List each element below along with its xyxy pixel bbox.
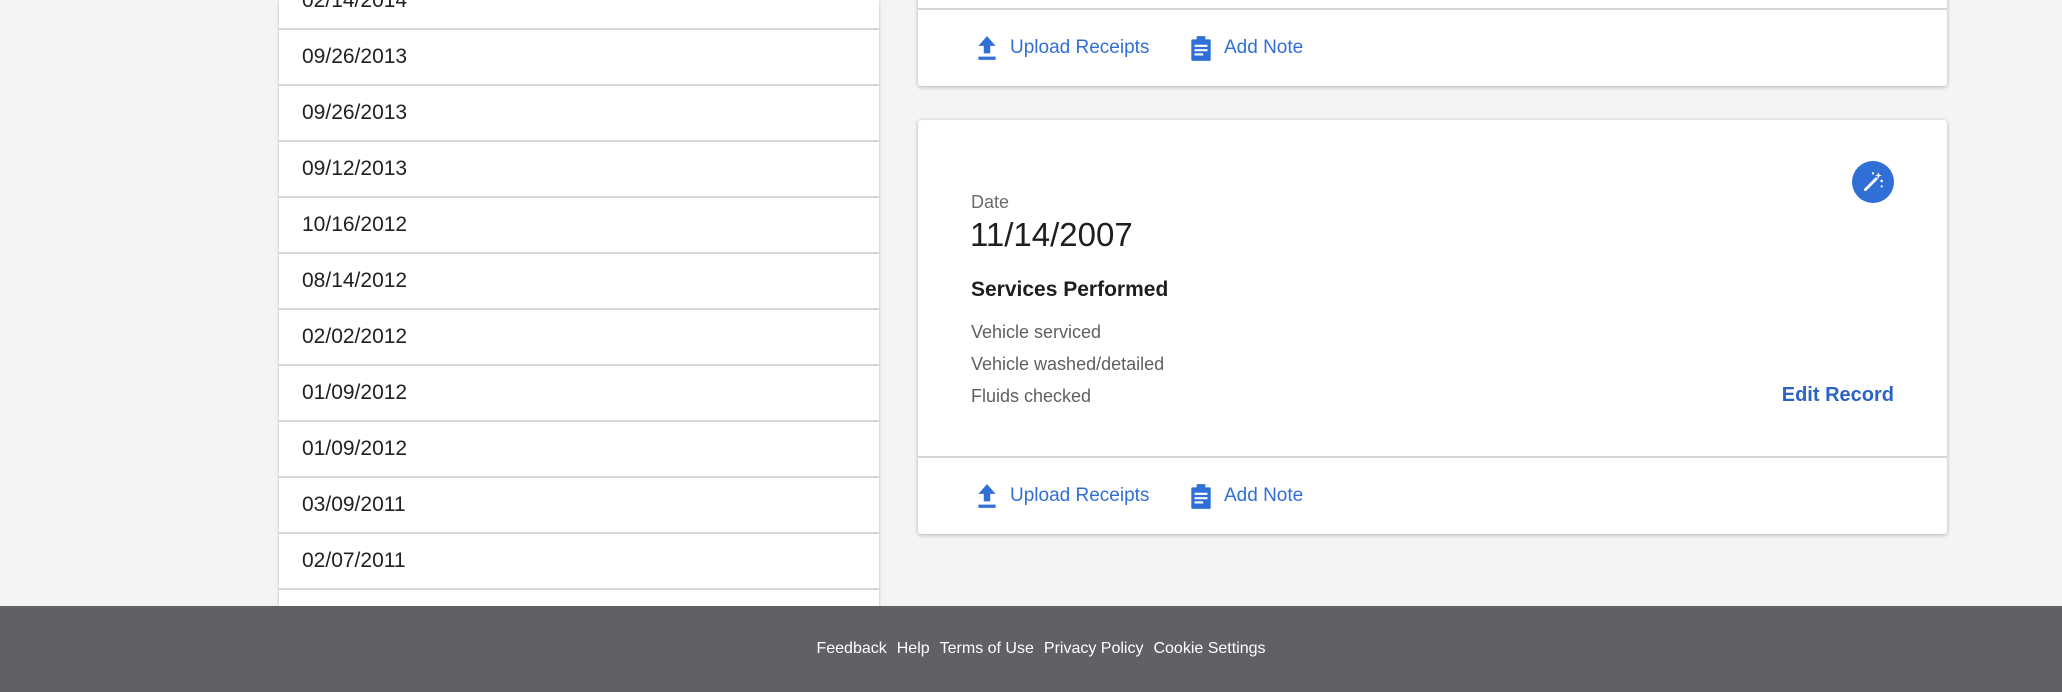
service-item: Fluids checked bbox=[971, 386, 1092, 406]
clipboard-icon bbox=[1191, 36, 1211, 61]
footer-link-privacy[interactable]: Privacy Policy bbox=[1044, 640, 1144, 658]
upload-icon bbox=[978, 36, 996, 60]
service-record-card-previous: Upload Receipts Add Note bbox=[918, 0, 1947, 86]
magic-wand-button[interactable] bbox=[1852, 161, 1894, 203]
service-record-card: Date 11/14/2007 Services Performed Vehic… bbox=[918, 120, 1947, 534]
edit-record-button[interactable]: Edit Record bbox=[1782, 384, 1894, 407]
service-date-list: 02/14/2014 09/26/2013 09/26/2013 09/12/2… bbox=[279, 0, 879, 606]
date-list-item[interactable]: 01/09/2012 bbox=[279, 422, 879, 478]
add-note-button[interactable]: Add Note bbox=[1188, 10, 1303, 86]
footer-links: Feedback Help Terms of Use Privacy Polic… bbox=[816, 640, 1265, 658]
date-list-item[interactable]: 02/07/2011 bbox=[279, 534, 879, 590]
services-performed-heading: Services Performed bbox=[971, 278, 1169, 301]
service-item: Vehicle washed/detailed bbox=[971, 354, 1165, 374]
date-list-item[interactable]: 01/11/2011 bbox=[279, 590, 879, 606]
date-list-item[interactable]: 02/14/2014 bbox=[279, 0, 879, 30]
date-list-item[interactable]: 01/09/2012 bbox=[279, 366, 879, 422]
footer-link-terms[interactable]: Terms of Use bbox=[940, 640, 1034, 658]
service-item: Vehicle serviced bbox=[971, 322, 1102, 342]
add-note-button[interactable]: Add Note bbox=[1188, 458, 1303, 534]
add-note-label: Add Note bbox=[1224, 485, 1304, 506]
date-list-item[interactable]: 09/26/2013 bbox=[279, 86, 879, 142]
card-actions: Upload Receipts Add Note bbox=[918, 456, 1947, 534]
upload-icon bbox=[978, 484, 996, 508]
footer-link-help[interactable]: Help bbox=[897, 640, 930, 658]
clipboard-icon bbox=[1191, 484, 1211, 509]
upload-receipts-button[interactable]: Upload Receipts bbox=[974, 458, 1149, 534]
add-note-label: Add Note bbox=[1224, 37, 1304, 58]
footer-link-feedback[interactable]: Feedback bbox=[816, 640, 886, 658]
magic-wand-icon bbox=[1864, 172, 1883, 191]
card-actions: Upload Receipts Add Note bbox=[918, 8, 1947, 86]
footer: Feedback Help Terms of Use Privacy Polic… bbox=[0, 606, 2062, 692]
date-list-item[interactable]: 02/02/2012 bbox=[279, 310, 879, 366]
date-list-item[interactable]: 08/14/2012 bbox=[279, 254, 879, 310]
date-list-item[interactable]: 09/26/2013 bbox=[279, 30, 879, 86]
record-date: 11/14/2007 bbox=[970, 216, 1133, 253]
upload-receipts-button[interactable]: Upload Receipts bbox=[974, 10, 1149, 86]
date-label: Date bbox=[971, 192, 1010, 212]
upload-receipts-label: Upload Receipts bbox=[1010, 485, 1150, 506]
date-list-item[interactable]: 09/12/2013 bbox=[279, 142, 879, 198]
date-list-item[interactable]: 10/16/2012 bbox=[279, 198, 879, 254]
upload-receipts-label: Upload Receipts bbox=[1010, 37, 1150, 58]
footer-link-cookie-settings[interactable]: Cookie Settings bbox=[1153, 640, 1265, 658]
date-list-item[interactable]: 03/09/2011 bbox=[279, 478, 879, 534]
